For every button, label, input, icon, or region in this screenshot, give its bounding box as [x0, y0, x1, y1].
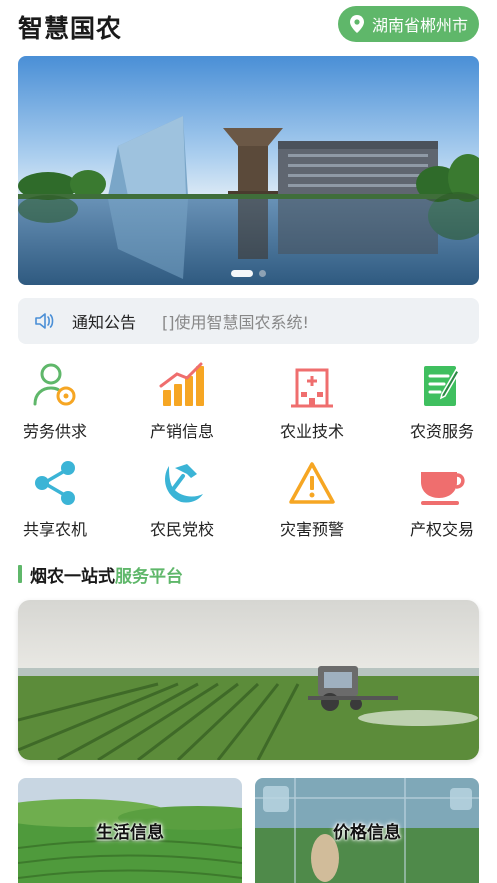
cup-icon — [421, 472, 465, 505]
share-icon — [35, 461, 75, 505]
card-label: 价格信息 — [333, 823, 401, 843]
speaker-icon — [35, 313, 54, 329]
menu-label: 产权交易 — [409, 520, 474, 539]
menu-label: 农民党校 — [149, 520, 214, 539]
feature-banner[interactable] — [18, 600, 479, 760]
menu-label: 共享农机 — [22, 520, 87, 539]
section-accent-bar — [18, 565, 22, 583]
location-pin-icon — [350, 15, 364, 33]
banner-carousel[interactable] — [18, 56, 479, 285]
card-life-info[interactable]: 生活信息 — [18, 778, 242, 883]
menu-item-supplies[interactable]: 农资服务 — [387, 360, 497, 450]
party-emblem-icon — [165, 464, 203, 503]
location-label: 湖南省郴州市 — [372, 16, 469, 35]
menu-item-machinery[interactable]: 共享农机 — [0, 458, 110, 548]
section-title-part-a: 烟农一站式 — [30, 566, 115, 587]
notice-bar[interactable]: 通知公告 []使用智慧国农系统! — [18, 298, 479, 344]
location-selector[interactable]: 湖南省郴州市 — [338, 6, 479, 42]
header: 智慧国农 湖南省郴州市 — [0, 0, 497, 50]
farm-field-image — [18, 600, 479, 760]
menu-label: 农业技术 — [279, 422, 344, 441]
notice-text: []使用智慧国农系统! — [162, 313, 309, 332]
notice-label: 通知公告 — [72, 313, 137, 332]
document-edit-icon — [424, 366, 461, 406]
app-title: 智慧国农 — [18, 14, 123, 43]
menu-item-party-school[interactable]: 农民党校 — [127, 458, 237, 548]
menu-label: 灾害预警 — [279, 520, 344, 539]
menu-item-labor[interactable]: 劳务供求 — [0, 360, 110, 450]
section-title: 烟农一站式 服务平台 — [18, 562, 183, 587]
banner-image — [18, 56, 479, 285]
menu-label: 劳务供求 — [22, 422, 87, 441]
warning-icon — [289, 462, 335, 504]
menu-item-tech[interactable]: 农业技术 — [257, 360, 367, 450]
card-label: 生活信息 — [96, 823, 164, 843]
bar-chart-icon — [159, 362, 204, 406]
carousel-dot[interactable] — [259, 270, 266, 277]
section-title-part-b: 服务平台 — [115, 566, 183, 587]
menu-label: 产销信息 — [149, 422, 214, 441]
hospital-icon — [291, 368, 333, 408]
person-gear-icon — [33, 363, 76, 406]
menu-item-market[interactable]: 产销信息 — [127, 360, 237, 450]
menu-item-disaster[interactable]: 灾害预警 — [257, 458, 367, 548]
menu-label: 农资服务 — [409, 422, 474, 441]
carousel-dot-active[interactable] — [231, 270, 253, 277]
menu-item-property[interactable]: 产权交易 — [387, 458, 497, 548]
card-price-info[interactable]: 价格信息 — [255, 778, 479, 883]
carousel-indicator — [18, 270, 479, 277]
